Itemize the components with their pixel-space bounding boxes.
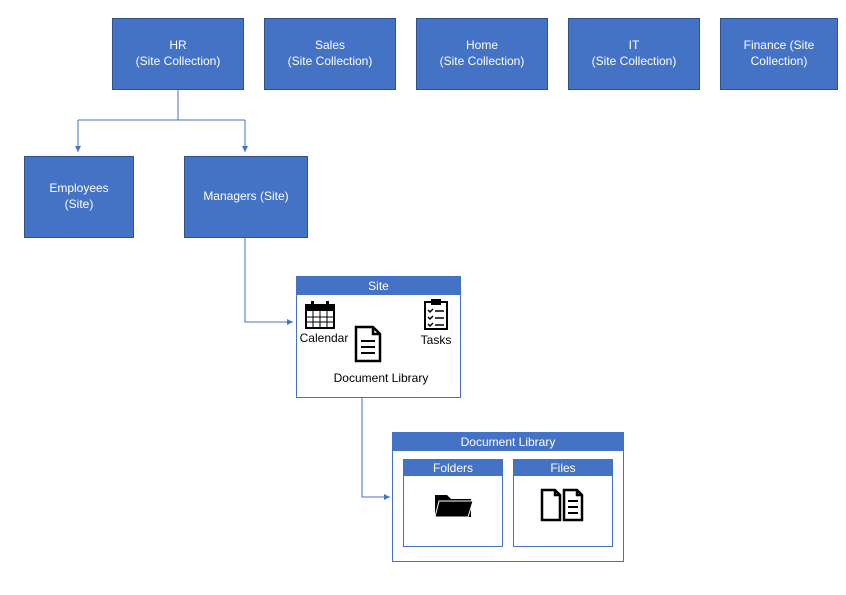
folder-icon — [433, 489, 473, 524]
doclib-panel-title: Document Library — [393, 433, 623, 451]
site-collection-home-label: Home(Site Collection) — [440, 38, 525, 69]
site-collection-hr-label: HR(Site Collection) — [136, 38, 221, 69]
calendar-label: Calendar — [299, 331, 349, 345]
folders-panel: Folders — [403, 459, 503, 547]
tasks-label: Tasks — [415, 333, 457, 347]
site-collection-home: Home(Site Collection) — [416, 18, 548, 90]
site-collection-hr: HR(Site Collection) — [112, 18, 244, 90]
site-collection-sales: Sales(Site Collection) — [264, 18, 396, 90]
site-collection-it: IT(Site Collection) — [568, 18, 700, 90]
files-panel: Files — [513, 459, 613, 547]
site-panel: Site Calendar — [296, 276, 461, 398]
site-collection-finance-label: Finance (SiteCollection) — [744, 38, 815, 69]
subsite-employees: Employees(Site) — [24, 156, 134, 238]
doclib-label: Document Library — [321, 371, 441, 385]
doclib-panel: Document Library Folders Files — [392, 432, 624, 562]
site-collection-finance: Finance (SiteCollection) — [720, 18, 838, 90]
tasks-icon — [423, 299, 449, 334]
site-panel-title: Site — [297, 277, 460, 295]
files-title: Files — [514, 460, 612, 476]
subsite-managers: Managers (Site) — [184, 156, 308, 238]
subsite-managers-label: Managers (Site) — [203, 189, 288, 205]
document-icon — [353, 325, 383, 366]
subsite-employees-label: Employees(Site) — [49, 181, 108, 212]
folders-title: Folders — [404, 460, 502, 476]
calendar-icon — [305, 301, 335, 332]
file-icon — [538, 487, 588, 526]
site-collection-sales-label: Sales(Site Collection) — [288, 38, 373, 69]
site-collection-it-label: IT(Site Collection) — [592, 38, 677, 69]
